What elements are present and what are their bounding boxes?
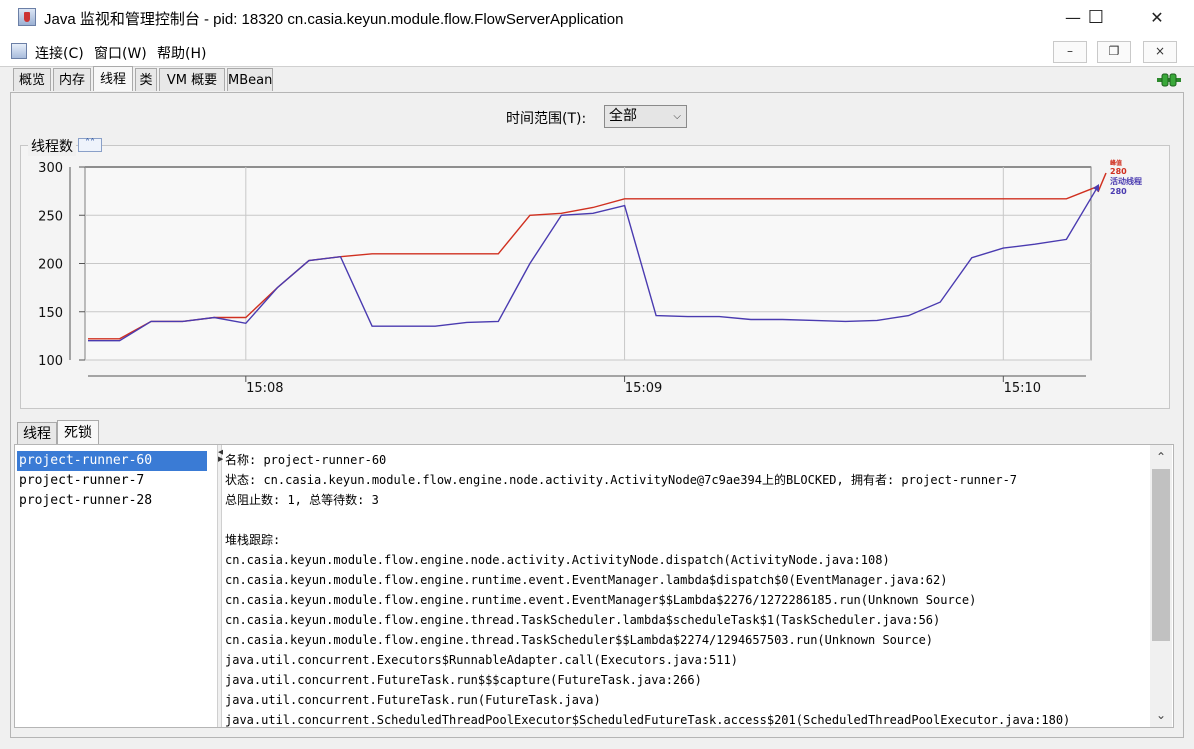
detail-counts: 总阻止数: 1, 总等待数: 3: [225, 493, 379, 507]
tab-threads[interactable]: 线程: [93, 66, 133, 91]
menu-window[interactable]: 窗口(W): [94, 43, 147, 63]
thread-count-chart: 300250200150100 15:08 15:09 15:10 峰值280活动线…: [38, 159, 1142, 396]
tab-vm-summary[interactable]: VM 概要: [159, 68, 225, 91]
legend-peak-connector: [1097, 172, 1107, 193]
stack-frame: java.util.concurrent.ScheduledThreadPool…: [225, 713, 1071, 727]
scroll-up-icon[interactable]: ⌃: [1150, 450, 1172, 464]
y-tick-label: 150: [38, 306, 63, 321]
detail-name: 名称: project-runner-60: [225, 453, 387, 467]
y-tick-label: 300: [38, 161, 63, 176]
x-tick-label: 15:08: [246, 381, 283, 396]
legend-peak-label: 峰值: [1110, 159, 1122, 167]
stack-frame: cn.casia.keyun.module.flow.engine.node.a…: [225, 553, 890, 567]
x-tick-label: 15:10: [1004, 381, 1041, 396]
legend-peak-value: 280: [1110, 167, 1127, 176]
subtab-deadlocks[interactable]: 死锁: [57, 420, 99, 445]
menu-help[interactable]: 帮助(H): [157, 43, 206, 63]
time-range-label: 时间范围(T):: [506, 111, 587, 127]
y-tick-label: 200: [38, 258, 63, 273]
mdi-restore-button[interactable]: ❐: [1097, 41, 1131, 63]
y-tick-label: 100: [38, 354, 63, 369]
thread-details: 名称: project-runner-60 状态: cn.casia.keyun…: [223, 445, 1148, 727]
scrollbar-thumb[interactable]: [1152, 469, 1170, 641]
window-title: Java 监视和管理控制台 - pid: 18320 cn.casia.keyu…: [44, 11, 624, 28]
detail-state: 状态: cn.casia.keyun.module.flow.engine.no…: [225, 473, 1018, 487]
maximize-button[interactable]: ☐: [1073, 0, 1119, 36]
thread-item-selected[interactable]: project-runner-60: [17, 451, 207, 471]
java-app-icon: [18, 8, 36, 26]
time-range-select[interactable]: 全部 ⌵: [604, 105, 687, 128]
stack-frame: java.util.concurrent.FutureTask.run(Futu…: [225, 693, 601, 707]
stack-frame: java.util.concurrent.Executors$RunnableA…: [225, 653, 738, 667]
scroll-down-icon[interactable]: ⌄: [1150, 708, 1172, 722]
tab-memory[interactable]: 内存: [53, 68, 91, 91]
connection-status-icon: [1157, 73, 1181, 87]
stack-frame: cn.casia.keyun.module.flow.engine.runtim…: [225, 593, 977, 607]
close-button[interactable]: ✕: [1134, 0, 1180, 36]
y-tick-label: 250: [38, 209, 63, 224]
chevron-down-icon: ⌵: [673, 111, 681, 122]
subtab-threads[interactable]: 线程: [17, 422, 57, 444]
stack-frame: cn.casia.keyun.module.flow.engine.thread…: [225, 633, 934, 647]
stack-frame: java.util.concurrent.FutureTask.run$$$ca…: [225, 673, 702, 687]
java-menu-icon: [11, 43, 27, 59]
mdi-minimize-button[interactable]: –: [1053, 41, 1087, 63]
stack-frame: cn.casia.keyun.module.flow.engine.runtim…: [225, 573, 948, 587]
stack-trace-title: 堆栈跟踪:: [225, 533, 281, 547]
time-range-value: 全部: [609, 108, 637, 124]
legend-live-label: 活动线程: [1110, 176, 1142, 186]
x-tick-label: 15:09: [625, 381, 662, 396]
tab-mbean[interactable]: MBean: [227, 68, 273, 91]
legend-live-value: 280: [1110, 187, 1127, 196]
menu-connection[interactable]: 连接(C): [35, 43, 84, 63]
tab-overview[interactable]: 概览: [13, 68, 51, 91]
tab-classes[interactable]: 类: [135, 68, 157, 91]
stack-frame: cn.casia.keyun.module.flow.engine.thread…: [225, 613, 941, 627]
mdi-close-button[interactable]: ×: [1143, 41, 1177, 63]
splitter-handle[interactable]: ◀ ▶: [217, 445, 223, 727]
thread-item[interactable]: project-runner-7: [19, 471, 150, 491]
thread-item[interactable]: project-runner-28: [19, 491, 158, 511]
